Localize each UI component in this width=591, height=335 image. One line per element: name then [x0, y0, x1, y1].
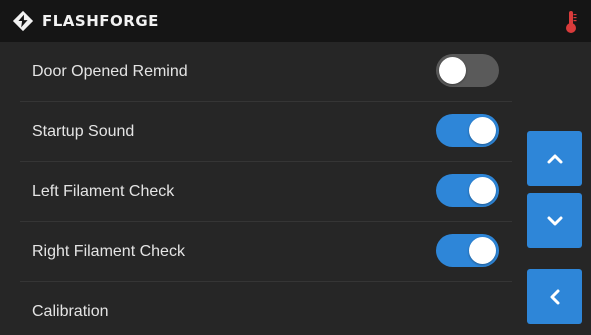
setting-row-left-filament-check: Left Filament Check [20, 162, 512, 222]
scroll-up-button[interactable] [527, 131, 582, 186]
toggle-knob [469, 237, 496, 264]
setting-label: Door Opened Remind [32, 63, 188, 80]
toggle-knob [469, 177, 496, 204]
settings-screen: FLASHFORGE Door Opened Remind Startup So… [0, 0, 591, 335]
setting-row-door-opened-remind: Door Opened Remind [20, 42, 512, 102]
top-bar: FLASHFORGE [0, 0, 591, 42]
setting-label: Calibration [32, 303, 109, 320]
toggle-knob [439, 57, 466, 84]
chevron-down-icon [547, 216, 562, 225]
startup-sound-toggle[interactable] [436, 114, 499, 147]
chevron-left-icon [550, 289, 559, 304]
setting-row-calibration[interactable]: Calibration [20, 282, 512, 335]
left-filament-check-toggle[interactable] [436, 174, 499, 207]
setting-label: Startup Sound [32, 123, 135, 140]
brand-name: FLASHFORGE [42, 12, 159, 30]
toggle-knob [469, 117, 496, 144]
scroll-down-button[interactable] [527, 193, 582, 248]
back-button[interactable] [527, 269, 582, 324]
chevron-up-icon [547, 154, 562, 163]
setting-row-startup-sound: Startup Sound [20, 102, 512, 162]
brand-logo: FLASHFORGE [12, 9, 159, 33]
setting-label: Right Filament Check [32, 243, 185, 260]
door-opened-remind-toggle[interactable] [436, 54, 499, 87]
setting-label: Left Filament Check [32, 183, 175, 200]
settings-list: Door Opened Remind Startup Sound Left Fi… [20, 42, 512, 335]
right-filament-check-toggle[interactable] [436, 234, 499, 267]
thermometer-icon[interactable] [565, 10, 577, 34]
setting-row-right-filament-check: Right Filament Check [20, 222, 512, 282]
flashforge-logo-icon [12, 10, 34, 32]
